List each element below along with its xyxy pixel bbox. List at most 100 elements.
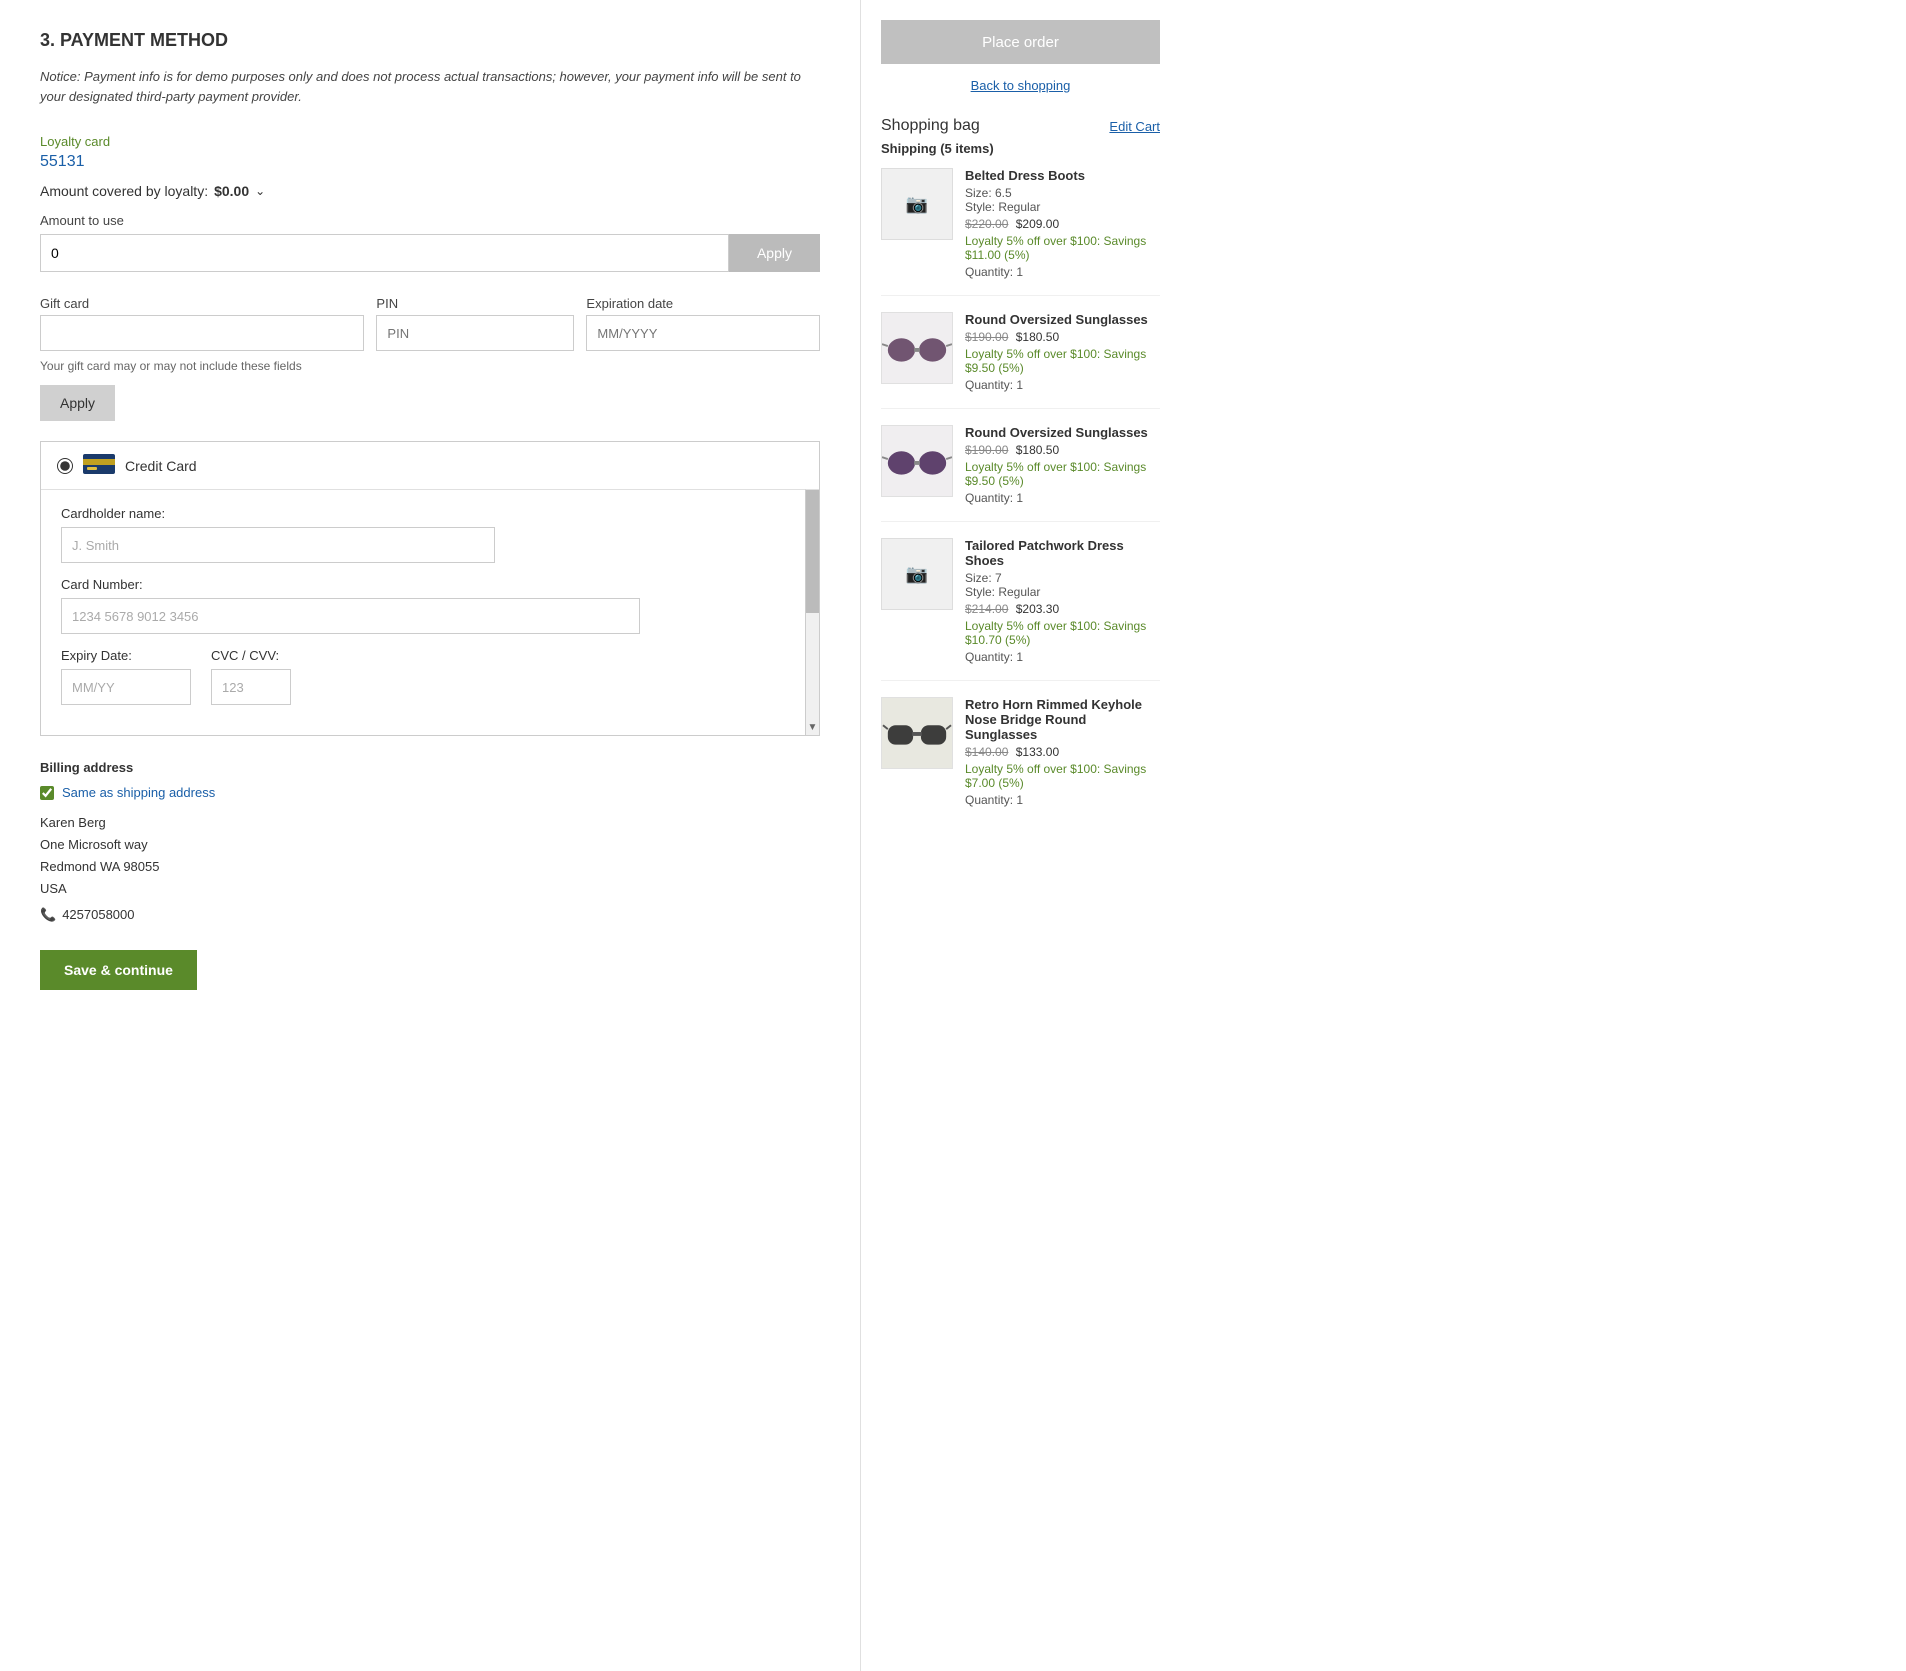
price-original: $220.00 xyxy=(965,217,1008,231)
gift-card-input[interactable] xyxy=(40,315,364,351)
phone-icon: 📞 xyxy=(40,904,56,926)
cart-item: Round Oversized Sunglasses $190.00 $180.… xyxy=(881,312,1160,409)
item-name: Tailored Patchwork Dress Shoes xyxy=(965,538,1160,568)
amount-covered-row: Amount covered by loyalty: $0.00 ⌄ xyxy=(40,183,820,199)
item-qty: Quantity: 1 xyxy=(965,378,1160,392)
shopping-bag-title: Shopping bag xyxy=(881,117,980,135)
amount-to-use-label: Amount to use xyxy=(40,213,820,228)
cart-item: 📷 Belted Dress Boots Size: 6.5 Style: Re… xyxy=(881,168,1160,296)
loyalty-savings: Loyalty 5% off over $100: Savings $7.00 … xyxy=(965,762,1160,790)
item-image-placeholder: 📷 xyxy=(881,168,953,240)
same-as-shipping-checkbox[interactable] xyxy=(40,786,54,800)
cvc-label: CVC / CVV: xyxy=(211,648,291,663)
payment-methods-container: Credit Card Cardholder name: Card Number… xyxy=(40,441,820,736)
billing-title: Billing address xyxy=(40,760,820,775)
billing-name: Karen Berg xyxy=(40,812,820,834)
cardholder-group: Cardholder name: xyxy=(61,506,785,563)
section-title: 3. PAYMENT METHOD xyxy=(40,30,820,51)
item-image xyxy=(881,312,953,384)
gift-card-section: Gift card PIN Expiration date Your gift … xyxy=(40,296,820,421)
expiry-group: Expiry Date: xyxy=(61,648,191,705)
credit-card-option[interactable]: Credit Card xyxy=(41,442,819,489)
edit-cart-link[interactable]: Edit Cart xyxy=(1109,119,1160,134)
expiration-label: Expiration date xyxy=(586,296,820,311)
loyalty-savings: Loyalty 5% off over $100: Savings $10.70… xyxy=(965,619,1160,647)
item-style: Style: Regular xyxy=(965,200,1160,214)
item-qty: Quantity: 1 xyxy=(965,491,1160,505)
credit-card-form-wrapper: Cardholder name: Card Number: Expiry Dat… xyxy=(41,489,819,735)
billing-address1: One Microsoft way xyxy=(40,834,820,856)
billing-address: Karen Berg One Microsoft way Redmond WA … xyxy=(40,812,820,926)
price-original: $190.00 xyxy=(965,443,1008,457)
item-name: Retro Horn Rimmed Keyhole Nose Bridge Ro… xyxy=(965,697,1160,742)
loyalty-savings: Loyalty 5% off over $100: Savings $9.50 … xyxy=(965,347,1160,375)
loyalty-savings: Loyalty 5% off over $100: Savings $9.50 … xyxy=(965,460,1160,488)
item-details: Round Oversized Sunglasses $190.00 $180.… xyxy=(965,425,1160,505)
price-sale: $133.00 xyxy=(1016,745,1059,759)
billing-section: Billing address Same as shipping address… xyxy=(40,760,820,926)
scroll-down-arrow[interactable]: ▼ xyxy=(808,722,818,733)
item-prices: $190.00 $180.50 xyxy=(965,330,1160,344)
loyalty-savings: Loyalty 5% off over $100: Savings $11.00… xyxy=(965,234,1160,262)
item-prices: $214.00 $203.30 xyxy=(965,602,1160,616)
amount-to-use-input[interactable] xyxy=(40,234,729,272)
loyalty-card-label: Loyalty card xyxy=(40,134,820,149)
price-sale: $203.30 xyxy=(1016,602,1059,616)
loyalty-card-number: 55131 xyxy=(40,153,820,171)
expiry-input[interactable] xyxy=(61,669,191,705)
item-image xyxy=(881,425,953,497)
card-number-label: Card Number: xyxy=(61,577,785,592)
scrollbar-track: ▼ xyxy=(805,489,819,735)
item-image-placeholder: 📷 xyxy=(881,538,953,610)
item-qty: Quantity: 1 xyxy=(965,650,1160,664)
price-original: $140.00 xyxy=(965,745,1008,759)
amount-covered-label: Amount covered by loyalty: xyxy=(40,183,208,199)
item-qty: Quantity: 1 xyxy=(965,793,1160,807)
scrollbar-thumb xyxy=(806,490,819,613)
card-number-input[interactable] xyxy=(61,598,640,634)
credit-card-radio[interactable] xyxy=(57,458,73,474)
cvc-input[interactable] xyxy=(211,669,291,705)
amount-covered-dropdown[interactable]: ⌄ xyxy=(255,184,265,198)
same-as-shipping-row: Same as shipping address xyxy=(40,785,820,800)
expiry-label: Expiry Date: xyxy=(61,648,191,663)
billing-address2: Redmond WA 98055 xyxy=(40,856,820,878)
gift-card-apply-button[interactable]: Apply xyxy=(40,385,115,421)
item-name: Round Oversized Sunglasses xyxy=(965,425,1160,440)
loyalty-apply-button[interactable]: Apply xyxy=(729,234,820,272)
price-original: $214.00 xyxy=(965,602,1008,616)
billing-country: USA xyxy=(40,878,820,900)
no-image-icon: 📷 xyxy=(906,564,928,585)
amount-covered-value: $0.00 xyxy=(214,183,249,199)
item-details: Belted Dress Boots Size: 6.5 Style: Regu… xyxy=(965,168,1160,279)
shopping-bag-header: Shopping bag Edit Cart xyxy=(881,117,1160,135)
item-details: Round Oversized Sunglasses $190.00 $180.… xyxy=(965,312,1160,392)
expiry-cvc-row: Expiry Date: CVC / CVV: xyxy=(61,648,785,719)
gift-card-row: Gift card PIN Expiration date xyxy=(40,296,820,351)
save-continue-button[interactable]: Save & continue xyxy=(40,950,197,990)
amount-to-use-row: Apply xyxy=(40,234,820,272)
item-name: Round Oversized Sunglasses xyxy=(965,312,1160,327)
price-sale: $209.00 xyxy=(1016,217,1059,231)
price-sale: $180.50 xyxy=(1016,330,1059,344)
pin-input[interactable] xyxy=(376,315,574,351)
item-qty: Quantity: 1 xyxy=(965,265,1160,279)
gift-card-hint: Your gift card may or may not include th… xyxy=(40,359,820,373)
cart-items-list: 📷 Belted Dress Boots Size: 6.5 Style: Re… xyxy=(881,168,1160,823)
place-order-button[interactable]: Place order xyxy=(881,20,1160,64)
pin-label: PIN xyxy=(376,296,574,311)
card-number-group: Card Number: xyxy=(61,577,785,634)
no-image-icon: 📷 xyxy=(906,194,928,215)
back-to-shopping-link[interactable]: Back to shopping xyxy=(881,78,1160,93)
item-style: Style: Regular xyxy=(965,585,1160,599)
loyalty-section: Loyalty card 55131 Amount covered by loy… xyxy=(40,134,820,272)
item-image xyxy=(881,697,953,769)
expiration-input[interactable] xyxy=(586,315,820,351)
expiration-field: Expiration date xyxy=(586,296,820,351)
gift-card-label: Gift card xyxy=(40,296,364,311)
cardholder-input[interactable] xyxy=(61,527,495,563)
item-size: Size: 6.5 xyxy=(965,186,1160,200)
shipping-label: Shipping (5 items) xyxy=(881,141,1160,156)
item-prices: $220.00 $209.00 xyxy=(965,217,1160,231)
payment-notice: Notice: Payment info is for demo purpose… xyxy=(40,67,820,106)
